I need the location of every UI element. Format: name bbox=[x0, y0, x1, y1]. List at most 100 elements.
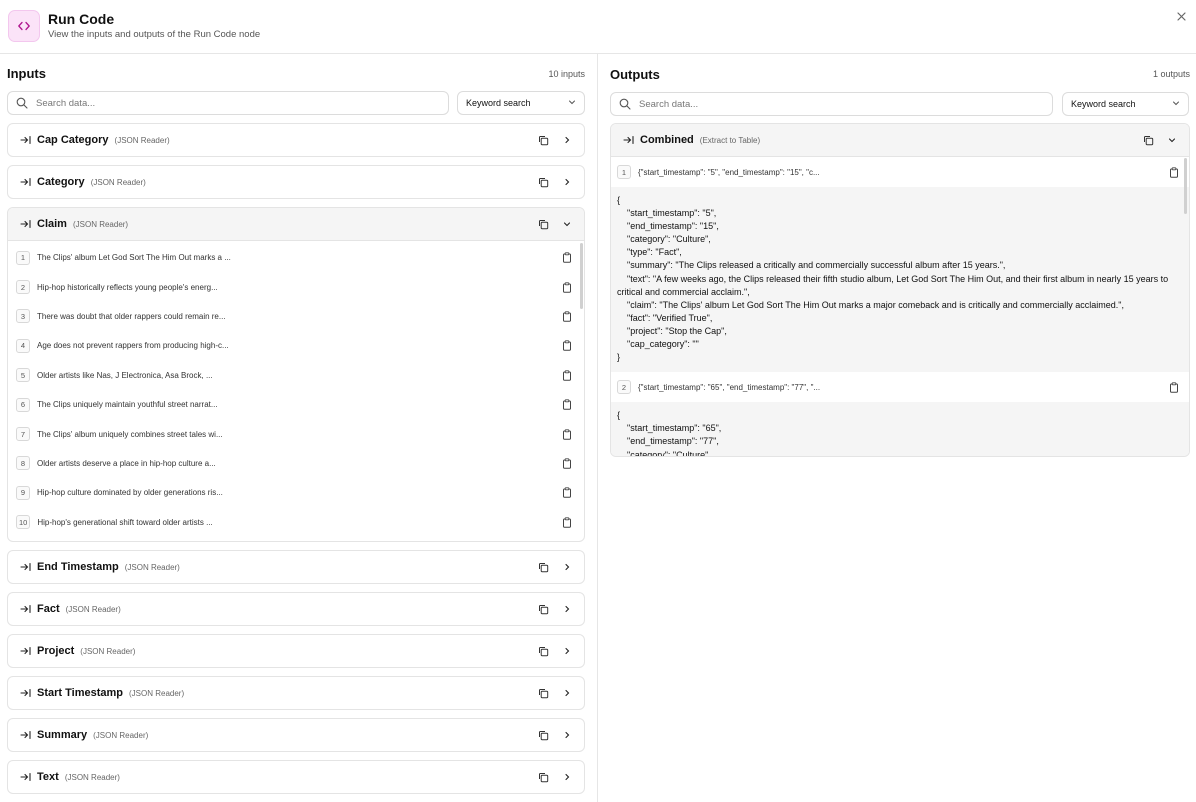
list-item[interactable]: 2 Hip-hop historically reflects young pe… bbox=[8, 272, 584, 301]
clipboard-icon[interactable] bbox=[560, 280, 574, 294]
list-item[interactable]: 5 Older artists like Nas, J Electronica,… bbox=[8, 361, 584, 390]
input-arrow-icon bbox=[20, 645, 32, 657]
row-index: 1 bbox=[16, 250, 30, 265]
output-item-header[interactable]: 2 {"start_timestamp": "65", "end_timesta… bbox=[611, 372, 1189, 403]
scrollbar[interactable] bbox=[580, 243, 583, 309]
list-item[interactable]: 3 There was doubt that older rappers cou… bbox=[8, 302, 584, 331]
input-card-header[interactable]: Project (JSON Reader) bbox=[8, 635, 584, 667]
chevron-right-icon[interactable] bbox=[560, 602, 574, 616]
clipboard-icon[interactable] bbox=[560, 486, 574, 500]
input-card-header[interactable]: Summary (JSON Reader) bbox=[8, 719, 584, 751]
inputs-search-input[interactable] bbox=[36, 97, 444, 109]
chevron-down-icon[interactable] bbox=[560, 217, 574, 231]
copy-icon[interactable] bbox=[536, 560, 550, 574]
chevron-right-icon[interactable] bbox=[560, 644, 574, 658]
input-card-project: Project (JSON Reader) bbox=[7, 634, 585, 668]
list-item[interactable]: 9 Hip-hop culture dominated by older gen… bbox=[8, 478, 584, 507]
input-card-header[interactable]: Category (JSON Reader) bbox=[8, 166, 584, 198]
close-icon[interactable] bbox=[1174, 9, 1188, 23]
copy-icon[interactable] bbox=[536, 175, 550, 189]
list-item[interactable]: 4 Age does not prevent rappers from prod… bbox=[8, 331, 584, 360]
inputs-title: Inputs bbox=[7, 66, 46, 81]
list-item[interactable]: 6 The Clips uniquely maintain youthful s… bbox=[8, 390, 584, 419]
input-card-type: (JSON Reader) bbox=[93, 730, 149, 740]
row-text: Age does not prevent rappers from produc… bbox=[37, 341, 229, 351]
copy-icon[interactable] bbox=[536, 133, 550, 147]
clipboard-icon[interactable] bbox=[560, 427, 574, 441]
input-arrow-icon bbox=[623, 134, 635, 146]
chevron-right-icon[interactable] bbox=[560, 770, 574, 784]
input-card-header[interactable]: Cap Category (JSON Reader) bbox=[8, 124, 584, 156]
clipboard-icon[interactable] bbox=[560, 251, 574, 265]
input-card-header[interactable]: Start Timestamp (JSON Reader) bbox=[8, 677, 584, 709]
row-index: 7 bbox=[16, 427, 30, 442]
outputs-title: Outputs bbox=[610, 67, 660, 82]
clipboard-icon[interactable] bbox=[560, 309, 574, 323]
outputs-panel: Outputs 1 outputs Keyword search Combine… bbox=[598, 54, 1196, 802]
code-brackets-icon bbox=[8, 10, 40, 42]
code-line: "cap_category": "" bbox=[627, 339, 699, 350]
input-card-type: (JSON Reader) bbox=[90, 177, 146, 187]
input-arrow-icon bbox=[20, 729, 32, 741]
clipboard-icon[interactable] bbox=[560, 398, 574, 412]
input-card-name: Cap Category bbox=[37, 134, 109, 146]
chevron-right-icon[interactable] bbox=[560, 560, 574, 574]
input-card-name: Fact bbox=[37, 603, 60, 615]
output-card-header[interactable]: Combined (Extract to Table) bbox=[611, 124, 1189, 157]
row-text: Hip-hop's generational shift toward olde… bbox=[37, 517, 213, 527]
input-card-header[interactable]: Fact (JSON Reader) bbox=[8, 593, 584, 625]
chevron-right-icon[interactable] bbox=[560, 728, 574, 742]
row-text: Older artists deserve a place in hip-hop… bbox=[37, 458, 216, 468]
outputs-search-input[interactable] bbox=[639, 98, 1048, 110]
input-card-type: (JSON Reader) bbox=[114, 135, 170, 145]
output-card-type: (Extract to Table) bbox=[699, 135, 761, 145]
input-card-header[interactable]: End Timestamp (JSON Reader) bbox=[8, 551, 584, 583]
input-card-header[interactable]: Claim (JSON Reader) bbox=[8, 208, 584, 241]
row-index: 2 bbox=[16, 280, 30, 295]
row-index: 1 bbox=[617, 165, 631, 179]
list-item[interactable]: 7 The Clips' album uniquely combines str… bbox=[8, 419, 584, 448]
inputs-search-mode-select[interactable]: Keyword search bbox=[457, 91, 585, 115]
claim-rows-list[interactable]: 1 The Clips' album Let God Sort The Him … bbox=[8, 241, 584, 541]
code-line: { bbox=[617, 195, 621, 205]
chevron-down-icon[interactable] bbox=[1165, 133, 1179, 147]
input-card-type: (JSON Reader) bbox=[124, 562, 180, 572]
outputs-search-box[interactable] bbox=[610, 92, 1053, 116]
inputs-panel: Inputs 10 inputs Keyword search Cap Cate… bbox=[0, 54, 598, 802]
input-card-header[interactable]: Text (JSON Reader) bbox=[8, 761, 584, 793]
clipboard-icon[interactable] bbox=[560, 368, 574, 382]
copy-icon[interactable] bbox=[536, 217, 550, 231]
row-text: The Clips uniquely maintain youthful str… bbox=[37, 400, 218, 410]
output-card-name: Combined bbox=[640, 134, 694, 146]
output-item-header[interactable]: 1 {"start_timestamp": "5", "end_timestam… bbox=[611, 157, 1189, 187]
input-card-type: (JSON Reader) bbox=[64, 772, 120, 782]
chevron-right-icon[interactable] bbox=[560, 133, 574, 147]
outputs-search-mode-select[interactable]: Keyword search bbox=[1062, 92, 1189, 116]
copy-icon[interactable] bbox=[536, 644, 550, 658]
clipboard-icon[interactable] bbox=[1167, 380, 1181, 394]
copy-icon[interactable] bbox=[536, 770, 550, 784]
clipboard-icon[interactable] bbox=[560, 456, 574, 470]
inputs-search-box[interactable] bbox=[7, 91, 449, 115]
chevron-down-icon bbox=[568, 98, 576, 108]
clipboard-icon[interactable] bbox=[560, 515, 574, 529]
clipboard-icon[interactable] bbox=[560, 339, 574, 353]
copy-icon[interactable] bbox=[536, 728, 550, 742]
clipboard-icon[interactable] bbox=[1167, 165, 1181, 179]
code-line: "category": "Culture", bbox=[627, 449, 711, 457]
list-item[interactable]: 10 Hip-hop's generational shift toward o… bbox=[8, 508, 584, 537]
input-card-type: (JSON Reader) bbox=[72, 219, 129, 229]
input-card-cap-category: Cap Category (JSON Reader) bbox=[7, 123, 585, 157]
copy-icon[interactable] bbox=[536, 602, 550, 616]
list-item[interactable]: 1 The Clips' album Let God Sort The Him … bbox=[8, 243, 584, 272]
chevron-right-icon[interactable] bbox=[560, 686, 574, 700]
input-card-name: Start Timestamp bbox=[37, 687, 123, 699]
list-item[interactable]: 8 Older artists deserve a place in hip-h… bbox=[8, 449, 584, 478]
code-line: "text": "A few weeks ago, the Clips rele… bbox=[617, 273, 1171, 297]
copy-icon[interactable] bbox=[536, 686, 550, 700]
copy-icon[interactable] bbox=[1141, 133, 1155, 147]
scrollbar[interactable] bbox=[1184, 158, 1187, 214]
input-card-type: (JSON Reader) bbox=[129, 688, 185, 698]
row-index: 2 bbox=[617, 380, 631, 395]
chevron-right-icon[interactable] bbox=[560, 175, 574, 189]
